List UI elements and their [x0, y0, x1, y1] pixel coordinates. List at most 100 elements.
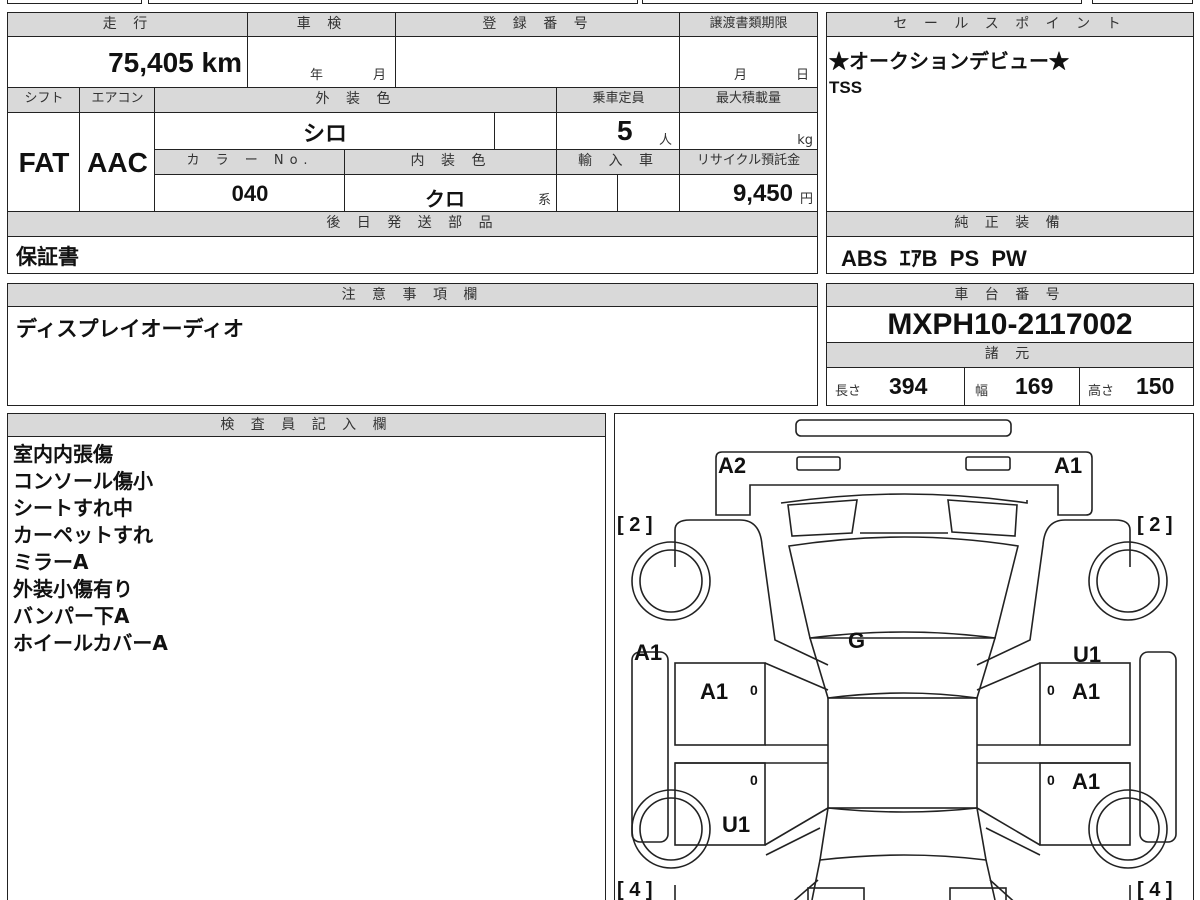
mark-right-front-door: A1: [1072, 679, 1100, 704]
wheels: [630, 540, 1168, 869]
mark-hood: G: [848, 628, 865, 653]
transfer-deadline-label: 譲渡書類期限: [679, 12, 818, 38]
car-diagram: A2 A1 A1 A1 G U1 A1 A1 U1 0 0 0 0 [ 2 ] …: [617, 418, 1177, 900]
exterior-color-value: シロ: [154, 112, 496, 151]
right-sill: [1138, 650, 1177, 843]
right-front-door: [1038, 661, 1131, 746]
registration-value-cell: [395, 36, 681, 89]
spec-height-cell: 高さ 150: [1079, 367, 1194, 406]
max-load-cell: kg: [679, 112, 818, 151]
exterior-color-label: 外 装 色: [154, 87, 558, 114]
spec-width-cell: 幅 169: [964, 367, 1081, 406]
transfer-deadline-cell: 月 日: [679, 36, 818, 89]
mileage-unit: km: [201, 47, 242, 78]
inspector-line: カーペットすれ: [13, 523, 153, 547]
inspector-line: ミラーA: [13, 550, 89, 574]
recycle-fee-value: 9,450: [732, 180, 793, 207]
exterior-color-extra: [494, 112, 558, 151]
right-rear-fender: [985, 826, 1131, 900]
top-strip-cell: [642, 0, 1082, 4]
mark-left-rear-fender: U1: [722, 812, 750, 837]
door-lines: [674, 661, 828, 764]
mark-left-pillar: A1: [634, 640, 662, 665]
inspector-line: 室内内張傷: [13, 442, 113, 466]
import-cell-1: [556, 174, 619, 213]
mark-front-left: A2: [718, 453, 746, 478]
spec-width-value: 169: [1015, 373, 1054, 399]
left-headlight: [786, 498, 858, 537]
spec-width-label: 幅: [975, 384, 989, 399]
notes-label: 注 意 事 項 欄: [7, 283, 818, 308]
right-headlight: [946, 498, 1018, 537]
mark-zero: 0: [1047, 682, 1055, 698]
notes-value: ディスプレイオーディオ: [7, 306, 818, 406]
inspector-line: コンソール傷小: [13, 469, 153, 493]
sales-point-body: ★オークションデビュー★ TSS: [826, 36, 1194, 213]
sales-point-line: ★オークションデビュー★: [829, 51, 1069, 73]
auction-sheet: 走 行 車 検 登 録 番 号 譲渡書類期限 75,405 km 年 月 月 日…: [0, 0, 1200, 900]
interior-color-cell: クロ 系: [344, 174, 558, 213]
specs-label: 諸 元: [826, 342, 1194, 369]
tire-rear-right: [ 4 ]: [1137, 879, 1173, 900]
capacity-cell: 5 人: [556, 112, 681, 151]
inspector-line: 外装小傷有り: [13, 577, 133, 601]
shift-value: FAT: [7, 112, 81, 213]
aircon-label: エアコン: [79, 87, 156, 114]
spec-height-value: 150: [1136, 373, 1175, 399]
rear-bumper: [948, 886, 1007, 900]
import-label: 輸 入 車: [556, 149, 681, 176]
max-load-unit: kg: [797, 133, 813, 148]
mark-front-right: A1: [1054, 453, 1082, 478]
chassis-value: MXPH10-2117002: [826, 306, 1194, 344]
mark-right-rear-door: A1: [1072, 769, 1100, 794]
top-strip-cell: [148, 0, 638, 4]
front-bumper: [794, 418, 1012, 437]
equipment-value: ABS ｴｱB PS PW: [826, 236, 1194, 274]
capacity-label: 乗車定員: [556, 87, 681, 114]
door-lines: [976, 661, 1130, 764]
chassis-label: 車 台 番 号: [826, 283, 1194, 308]
color-no-value: 040: [154, 174, 346, 213]
inspector-line: シートすれ中: [13, 496, 133, 520]
mark-left-front-door: A1: [700, 679, 728, 704]
front-marker: [795, 455, 841, 471]
inspector-line: バンパー下A: [13, 604, 130, 628]
front-panel: [714, 450, 1093, 516]
left-front-door: [673, 661, 766, 746]
hood-edge: [780, 492, 1028, 504]
spec-length-cell: 長さ 394: [826, 367, 966, 406]
inspector-label: 検 査 員 記 入 欄: [7, 413, 606, 438]
hood: [787, 535, 1019, 639]
shift-label: シフト: [7, 87, 81, 114]
capacity-value: 5: [617, 115, 633, 146]
inspector-notes: 室内内張傷 コンソール傷小 シートすれ中 カーペットすれ ミラーA 外装小傷有り…: [7, 436, 606, 900]
mark-zero: 0: [1047, 772, 1055, 788]
later-parts-label: 後 日 発 送 部 品: [7, 211, 818, 238]
aircon-value: AAC: [79, 112, 156, 213]
roof: [826, 696, 978, 809]
mileage-label: 走 行: [7, 12, 249, 38]
shaken-month-unit: 月: [372, 68, 386, 83]
recycle-fee-cell: 9,450 円: [679, 174, 818, 213]
import-cell-2: [617, 174, 681, 213]
deadline-month-unit: 月: [734, 68, 748, 83]
sales-point-label: セ ー ル ス ポ イ ン ト: [826, 12, 1194, 38]
shaken-label: 車 検: [247, 12, 397, 38]
mark-zero: 0: [750, 772, 758, 788]
mark-right-front-fender: U1: [1073, 642, 1101, 667]
shaken-year-unit: 年: [310, 68, 324, 83]
registration-label: 登 録 番 号: [395, 12, 681, 38]
interior-color-value: クロ: [425, 189, 465, 211]
equipment-label: 純 正 装 備: [826, 211, 1194, 238]
shaken-value-cell: 年 月: [247, 36, 397, 89]
capacity-unit: 人: [658, 133, 672, 148]
trunk: [810, 859, 996, 900]
spec-height-label: 高さ: [1088, 384, 1115, 399]
left-sill: [630, 650, 669, 843]
rear-bumper: [806, 886, 865, 900]
mileage-value-cell: 75,405 km: [7, 36, 249, 89]
recycle-fee-unit: 円: [799, 192, 813, 207]
tire-rear-left: [ 4 ]: [617, 879, 653, 900]
recycle-fee-label: リサイクル預託金: [679, 149, 818, 176]
max-load-label: 最大積載量: [679, 87, 818, 114]
